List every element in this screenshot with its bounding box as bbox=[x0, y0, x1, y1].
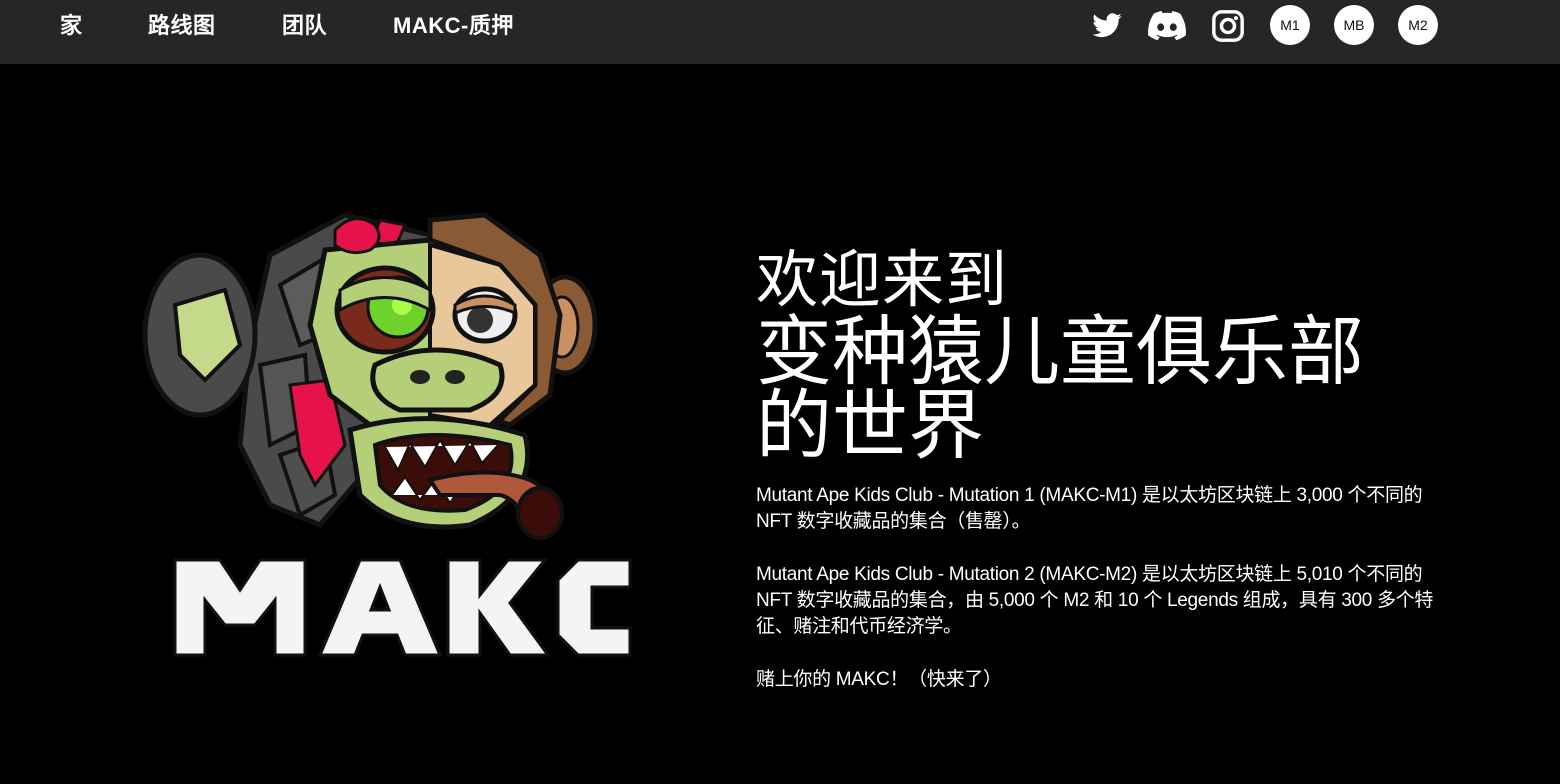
mutation-1-description: Mutant Ape Kids Club - Mutation 1 (MAKC-… bbox=[756, 485, 1423, 532]
nav-team-link[interactable]: 团队 bbox=[282, 10, 327, 42]
m1-button[interactable]: M1 bbox=[1270, 5, 1310, 45]
welcome-heading: 欢迎来到 bbox=[756, 243, 1009, 316]
instagram-icon[interactable] bbox=[1208, 6, 1248, 46]
mutant-ape-illustration bbox=[142, 212, 632, 657]
makc-hero-logo bbox=[130, 195, 660, 670]
mb-button[interactable]: MB bbox=[1334, 5, 1374, 45]
stake-coming-soon-text: 赌上你的 MAKC！（快来了） bbox=[756, 669, 1002, 690]
mutation-2-description: Mutant Ape Kids Club - Mutation 2 (MAKC-… bbox=[756, 564, 1434, 637]
hero-text-block: 欢迎来到 变种猿儿童俱乐部 的世界 Mutant Ape Kids Club -… bbox=[756, 245, 1446, 693]
m2-button[interactable]: M2 bbox=[1398, 5, 1438, 45]
top-navigation-bar: 家 路线图 团队 MAKC-质押 M1 MB M2 bbox=[0, 0, 1560, 64]
club-name-heading: 变种猿儿童俱乐部 bbox=[756, 307, 1364, 396]
discord-icon[interactable] bbox=[1147, 6, 1187, 46]
twitter-icon[interactable] bbox=[1087, 6, 1127, 46]
nav-staking-link[interactable]: MAKC-质押 bbox=[393, 10, 514, 42]
world-heading: 的世界 bbox=[756, 381, 984, 470]
nav-home-link[interactable]: 家 bbox=[60, 10, 83, 42]
nav-roadmap-link[interactable]: 路线图 bbox=[148, 10, 216, 42]
